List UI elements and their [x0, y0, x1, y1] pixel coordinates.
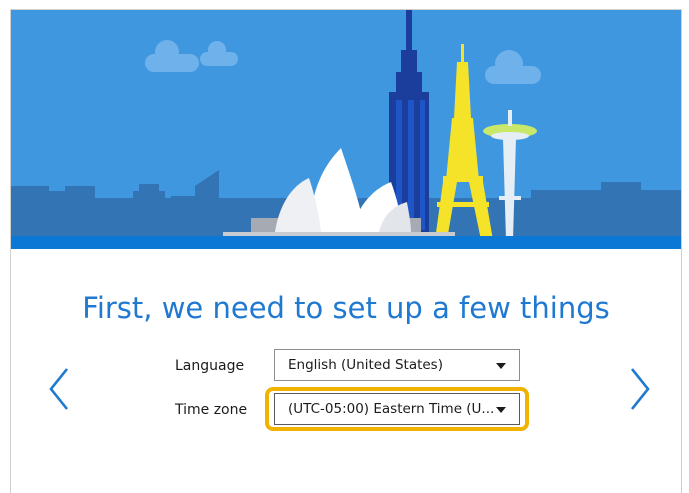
caret-down-icon	[496, 407, 506, 413]
timezone-dropdown[interactable]: (UTC-05:00) Eastern Time (U...	[274, 393, 520, 425]
language-selected-value: English (United States)	[288, 357, 443, 373]
page-title: First, we need to set up a few things	[82, 291, 610, 325]
city-landmarks-illustration	[11, 10, 681, 249]
back-button[interactable]	[45, 361, 75, 417]
chevron-left-icon	[49, 368, 69, 410]
next-button[interactable]	[624, 361, 654, 417]
language-label: Language	[175, 358, 245, 374]
timezone-selected-value: (UTC-05:00) Eastern Time (U...	[288, 401, 495, 417]
timezone-label: Time zone	[175, 402, 248, 418]
setup-window: First, we need to set up a few things La…	[10, 9, 682, 493]
chevron-right-icon	[630, 368, 650, 410]
caret-down-icon	[496, 363, 506, 369]
language-dropdown[interactable]: English (United States)	[274, 349, 520, 381]
